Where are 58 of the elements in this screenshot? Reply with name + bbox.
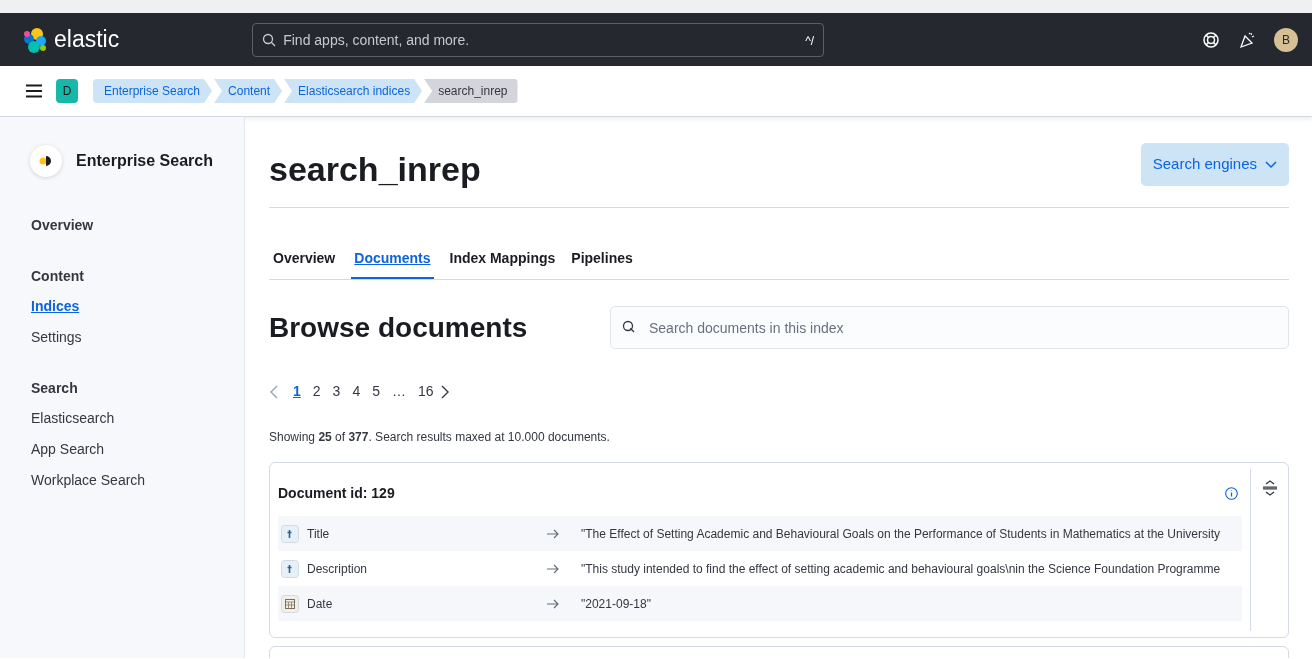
field-name: Title [307, 525, 331, 543]
arrow-right-icon [547, 528, 559, 539]
calendar-icon [281, 594, 299, 613]
tab[interactable]: Index Mappings [449, 246, 556, 279]
search-icon [621, 319, 637, 335]
tab[interactable]: Overview [273, 246, 336, 279]
tab[interactable]: Documents [351, 246, 434, 279]
sidebar-title: Enterprise Search [76, 151, 213, 171]
field-value: "This study intended to find the effect of setting academic and behavioural goals\nin the Science Foundation Programme [581, 560, 1221, 578]
page-link[interactable]: 3 [326, 381, 347, 402]
page-link[interactable]: 1 [287, 381, 307, 402]
document-title: Document id: 129 [278, 484, 395, 503]
sidebar-item[interactable]: Elasticsearch [31, 408, 244, 429]
sidebar-item[interactable]: Settings [31, 327, 244, 348]
sidebar-item[interactable]: Indices [31, 296, 244, 317]
logo-text: elastic [54, 25, 120, 55]
field-name: Description [307, 560, 369, 578]
sidebar-item[interactable]: Workplace Search [31, 470, 244, 491]
user-avatar[interactable]: B [1274, 27, 1298, 52]
page-link[interactable]: 2 [306, 381, 327, 402]
info-icon[interactable] [1225, 487, 1238, 500]
sidebar-heading: Content [31, 267, 85, 286]
search-engines-button[interactable]: Search engines [1140, 143, 1289, 186]
breadcrumb[interactable]: Content [214, 79, 283, 103]
space-avatar[interactable]: D [56, 79, 78, 103]
page-link[interactable]: 4 [346, 381, 367, 402]
party-popper-icon[interactable] [1238, 30, 1256, 49]
page-title: search_inrep [269, 149, 481, 190]
logo-icon [22, 25, 48, 54]
text-field-icon [281, 524, 299, 543]
section-title: Browse documents [269, 310, 528, 345]
page-link[interactable]: 5 [366, 381, 386, 402]
text-field-icon [281, 559, 299, 578]
chevron-right-icon[interactable] [439, 384, 450, 399]
search-icon [262, 32, 277, 47]
sidebar-heading[interactable]: Overview [31, 215, 244, 236]
sidebar-heading: Search [31, 379, 79, 398]
field-value: "The Effect of Setting Academic and Behavioural Goals on the Performance of Students in Mathematics at the University [581, 525, 1221, 543]
document-search-field[interactable]: Search documents in this index [610, 306, 1289, 349]
app-logo-icon [30, 145, 62, 177]
page-link[interactable]: … [386, 381, 412, 402]
help-icon[interactable] [1202, 30, 1220, 49]
breadcrumb[interactable]: search_inrep [424, 79, 518, 103]
results-summary: Showing 25 of 377. Search results maxed at 10.000 documents. [269, 429, 611, 446]
expand-icon[interactable] [1261, 478, 1279, 497]
arrow-right-icon [547, 598, 559, 609]
chevron-down-icon [1265, 160, 1277, 169]
menu-icon[interactable] [26, 84, 42, 98]
field-value: "2021-09-18" [581, 595, 651, 613]
arrow-right-icon [547, 563, 559, 574]
tab[interactable]: Pipelines [571, 246, 633, 279]
breadcrumb[interactable]: Elasticsearch indices [284, 79, 423, 103]
shortcut-hint: ^/ [805, 32, 815, 50]
sidebar-item[interactable]: App Search [31, 439, 244, 460]
field-name: Date [307, 595, 334, 613]
breadcrumb[interactable]: Enterprise Search [93, 79, 213, 103]
chevron-left-icon[interactable] [269, 384, 279, 399]
page-link[interactable]: 16 [412, 381, 440, 402]
